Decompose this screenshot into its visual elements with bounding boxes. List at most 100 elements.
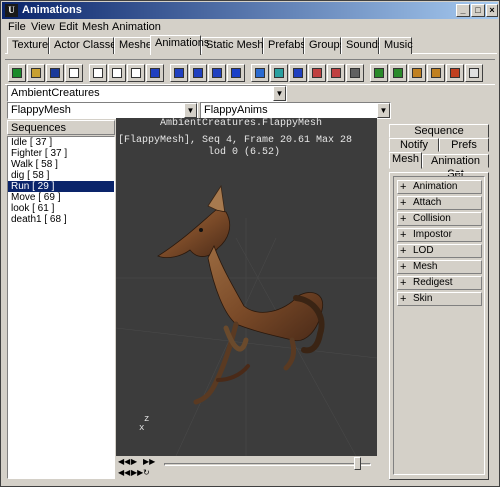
forward-icon[interactable]: ▶▶: [143, 457, 155, 466]
property-group-skin[interactable]: + Skin: [397, 292, 482, 306]
next-frame-icon[interactable]: ▶▶: [131, 468, 143, 477]
expand-icon[interactable]: +: [400, 277, 406, 289]
title-bar[interactable]: U Animations _ □ ×: [2, 2, 498, 19]
chevron-down-icon[interactable]: ▼: [377, 103, 390, 118]
chevron-down-icon[interactable]: ▼: [184, 103, 197, 118]
sequence-item[interactable]: dig [ 58 ]: [8, 170, 114, 181]
property-group-impostor[interactable]: + Impostor: [397, 228, 482, 242]
sequence-item[interactable]: Fighter [ 37 ]: [8, 148, 114, 159]
edit3-button[interactable]: [127, 64, 145, 82]
rewind-icon[interactable]: ◀◀: [118, 457, 130, 466]
expand-icon[interactable]: +: [400, 293, 406, 305]
tab-animations[interactable]: Animations: [150, 35, 209, 55]
loop-icon[interactable]: ↻: [143, 468, 153, 477]
minimize-button[interactable]: _: [456, 4, 470, 17]
browser-tabs: Textures Actor Classes Meshes Animations…: [5, 35, 497, 55]
tab-sounds[interactable]: Sounds: [341, 37, 383, 54]
play-icon[interactable]: ▶: [131, 457, 141, 466]
property-group-redigest[interactable]: + Redigest: [397, 276, 482, 290]
menu-view[interactable]: View: [31, 21, 55, 33]
open-icon: [31, 68, 41, 78]
property-group-label: Animation: [413, 181, 458, 192]
maximize-button[interactable]: □: [471, 4, 485, 17]
tab-groups[interactable]: Groups: [304, 37, 345, 54]
key-button[interactable]: [408, 64, 426, 82]
sequence-item[interactable]: Move [ 69 ]: [8, 192, 114, 203]
property-group-mesh[interactable]: + Mesh: [397, 260, 482, 274]
browse-button[interactable]: [189, 64, 207, 82]
new-button[interactable]: [8, 64, 26, 82]
tab-static-meshes[interactable]: Static Meshes: [201, 37, 275, 54]
pivot-button[interactable]: [327, 64, 345, 82]
property-group-collision[interactable]: + Collision: [397, 212, 482, 226]
tab-notify[interactable]: Notify: [389, 138, 439, 152]
tab-music[interactable]: Music: [379, 37, 413, 54]
package-combo[interactable]: AmbientCreatures ▼: [7, 85, 287, 102]
menu-edit[interactable]: Edit: [59, 21, 78, 33]
tag-icon: [450, 68, 460, 78]
tab-animation-set[interactable]: Animation Set: [422, 154, 489, 180]
animation-viewport[interactable]: AmbientCreatures.FlappyMesh [FlappyMesh]…: [116, 118, 377, 456]
browse2-button[interactable]: [208, 64, 226, 82]
pivot-icon: [331, 68, 341, 78]
timeline-slider[interactable]: [164, 463, 371, 466]
timeline-slider-thumb[interactable]: [354, 457, 361, 470]
grid-button[interactable]: [270, 64, 288, 82]
wire-icon: [255, 68, 265, 78]
copy-button[interactable]: [65, 64, 83, 82]
edit3-icon: [131, 68, 141, 78]
browse2-icon: [212, 68, 222, 78]
bones-button[interactable]: [308, 64, 326, 82]
tab-prefs[interactable]: Prefs: [439, 138, 489, 152]
tab-textures[interactable]: Textures: [7, 37, 54, 54]
sequences-header: Sequences: [7, 120, 115, 135]
skeleton-button[interactable]: [289, 64, 307, 82]
sequence-item[interactable]: Run [ 29 ]: [8, 181, 114, 192]
sequence-item[interactable]: look [ 61 ]: [8, 203, 114, 214]
sequence-item[interactable]: Walk [ 58 ]: [8, 159, 114, 170]
expand-icon[interactable]: +: [400, 261, 406, 273]
mesh-button[interactable]: [227, 64, 245, 82]
chevron-down-icon[interactable]: ▼: [273, 86, 286, 101]
expand-icon[interactable]: +: [400, 181, 406, 193]
open-button[interactable]: [27, 64, 45, 82]
expand-icon[interactable]: +: [400, 213, 406, 225]
property-group-lod[interactable]: + LOD: [397, 244, 482, 258]
tab-mesh[interactable]: Mesh: [389, 152, 422, 169]
wire-button[interactable]: [251, 64, 269, 82]
expand-icon[interactable]: +: [400, 229, 406, 241]
menu-mesh[interactable]: Mesh: [82, 21, 109, 33]
property-group-animation[interactable]: + Animation: [397, 180, 482, 194]
property-group-label: Collision: [413, 213, 451, 224]
prev-frame-icon[interactable]: ◀◀: [118, 468, 130, 477]
expand-icon[interactable]: +: [400, 197, 406, 209]
property-group-label: Impostor: [413, 229, 452, 240]
menu-animation[interactable]: Animation: [112, 21, 161, 33]
import-button[interactable]: [389, 64, 407, 82]
menu-bar: File View Edit Mesh Animation: [2, 20, 498, 35]
lock-button[interactable]: [427, 64, 445, 82]
menu-file[interactable]: File: [8, 21, 26, 33]
edit-button[interactable]: [89, 64, 107, 82]
expand-icon[interactable]: +: [400, 245, 406, 257]
sound-button[interactable]: [465, 64, 483, 82]
tab-meshes[interactable]: Meshes: [114, 37, 158, 54]
tab-sequence[interactable]: Sequence: [389, 124, 489, 138]
tab-prefabs[interactable]: Prefabs: [263, 37, 306, 54]
sequence-item[interactable]: Idle [ 37 ]: [8, 137, 114, 148]
link-button[interactable]: [146, 64, 164, 82]
sequence-item[interactable]: death1 [ 68 ]: [8, 214, 114, 225]
edit2-button[interactable]: [108, 64, 126, 82]
info-button[interactable]: [170, 64, 188, 82]
sequence-list[interactable]: Idle [ 37 ] Fighter [ 37 ] Walk [ 58 ] dig …: [7, 136, 115, 479]
mesh-combo[interactable]: FlappyMesh ▼: [7, 102, 198, 119]
tag-button[interactable]: [446, 64, 464, 82]
normals-button[interactable]: [346, 64, 364, 82]
anim-set-combo[interactable]: FlappyAnims ▼: [200, 102, 391, 119]
save-button[interactable]: [46, 64, 64, 82]
property-group-attach[interactable]: + Attach: [397, 196, 482, 210]
close-button[interactable]: ×: [486, 4, 498, 17]
creature-model: [157, 184, 325, 405]
export-button[interactable]: [370, 64, 388, 82]
tab-actor-classes[interactable]: Actor Classes: [49, 37, 122, 54]
